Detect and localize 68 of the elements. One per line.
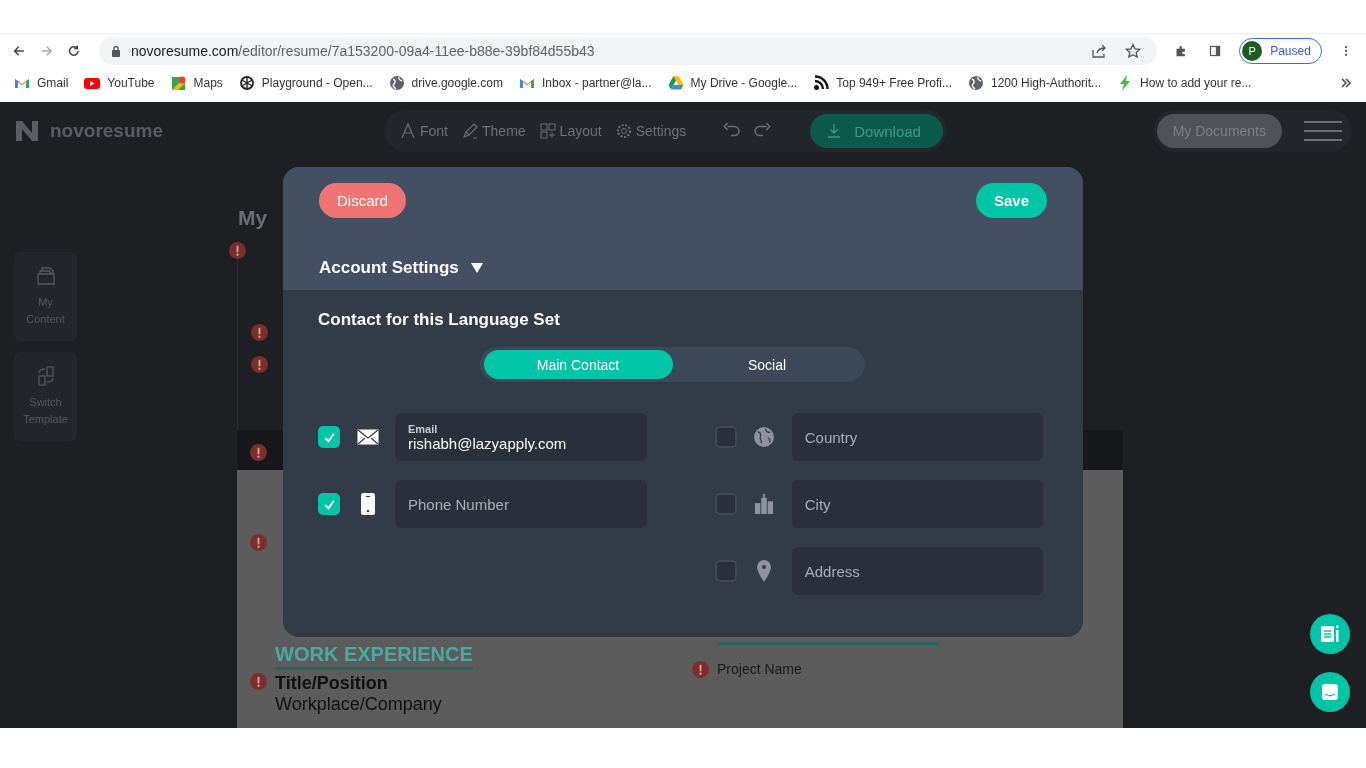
checkbox[interactable] (715, 426, 737, 448)
side-panel-icon[interactable] (1209, 43, 1222, 59)
alert-icon (251, 324, 268, 341)
resume-title: My (238, 205, 268, 230)
bookmark[interactable]: My Drive - Google... (667, 75, 798, 91)
address-bar[interactable]: novoresume.com/editor/resume/7a153200-09a4-11ee-b88e-39bf84d55b43 (98, 37, 1157, 65)
feed-icon (813, 75, 830, 91)
alert-icon (250, 534, 267, 551)
bookmark[interactable]: Playground - Open... (238, 75, 373, 91)
phone-icon (360, 493, 375, 515)
menu-icon[interactable] (1304, 121, 1342, 141)
bookmark[interactable]: drive.google.com (388, 75, 503, 91)
project-name: Project Name (717, 661, 802, 677)
globe-icon (753, 427, 776, 447)
account-settings-dropdown[interactable]: Account Settings (319, 258, 483, 278)
bookmark[interactable]: Gmail (14, 75, 69, 91)
checkbox[interactable] (318, 493, 340, 515)
input-field[interactable]: Address (791, 547, 1043, 595)
location-pin-icon (757, 560, 772, 582)
switch-icon (35, 366, 56, 386)
settings-icon (615, 123, 632, 139)
bookmark[interactable]: 1200 High-Authorit... (968, 75, 1102, 91)
bookmark[interactable]: Top 949+ Free Profi... (813, 75, 952, 91)
font-icon (400, 123, 416, 139)
bookmark[interactable]: Maps (170, 75, 223, 91)
job-title: Title/Position (275, 673, 389, 694)
puzzle-icon[interactable] (1174, 43, 1188, 59)
download-icon (826, 123, 843, 139)
more-bookmarks-icon[interactable] (1340, 77, 1352, 89)
globe-icon (388, 75, 405, 91)
bookmark[interactable]: YouTube (84, 75, 155, 91)
chat-icon (1319, 681, 1341, 703)
brush-icon (462, 123, 478, 139)
checkmark-icon (322, 497, 336, 511)
tab[interactable]: Social (672, 350, 862, 379)
section-title: Contact for this Language Set (318, 310, 561, 330)
triangle-icon (667, 75, 684, 91)
checkbox[interactable] (715, 493, 737, 515)
chat-button[interactable] (1310, 672, 1350, 712)
caret-icon (470, 263, 483, 273)
email-field[interactable]: Email rishabh@lazyapply.com (395, 413, 647, 461)
lock-icon (110, 45, 121, 57)
map-icon (170, 75, 187, 91)
folder-icon (35, 266, 56, 286)
section-heading: WORK EXPERIENCE (275, 643, 473, 670)
envelope-icon (356, 427, 379, 447)
checkbox[interactable] (318, 426, 340, 448)
layout-icon (539, 123, 556, 139)
input-field[interactable]: Phone Number (395, 480, 647, 528)
input-field[interactable]: City (791, 480, 1043, 528)
share-icon[interactable] (1090, 43, 1107, 59)
checkmark-icon (322, 430, 336, 444)
document-icon (1319, 623, 1341, 645)
workplace: Workplace/Company (275, 694, 442, 715)
bookmark[interactable]: How to add your re... (1117, 75, 1252, 91)
alert-icon (229, 242, 246, 259)
play-icon (84, 75, 101, 91)
alert-icon (692, 661, 709, 678)
alert-icon (250, 443, 267, 461)
alert-icon (250, 673, 267, 690)
document-button[interactable] (1310, 614, 1350, 654)
star-icon[interactable] (1124, 43, 1141, 59)
alert-icon (251, 356, 268, 373)
bookmark[interactable]: Inbox - partner@la... (518, 75, 652, 91)
input-field[interactable]: Country (791, 413, 1043, 461)
checkbox[interactable] (715, 560, 737, 582)
globe-icon (968, 75, 984, 91)
buildings-icon (753, 494, 776, 514)
